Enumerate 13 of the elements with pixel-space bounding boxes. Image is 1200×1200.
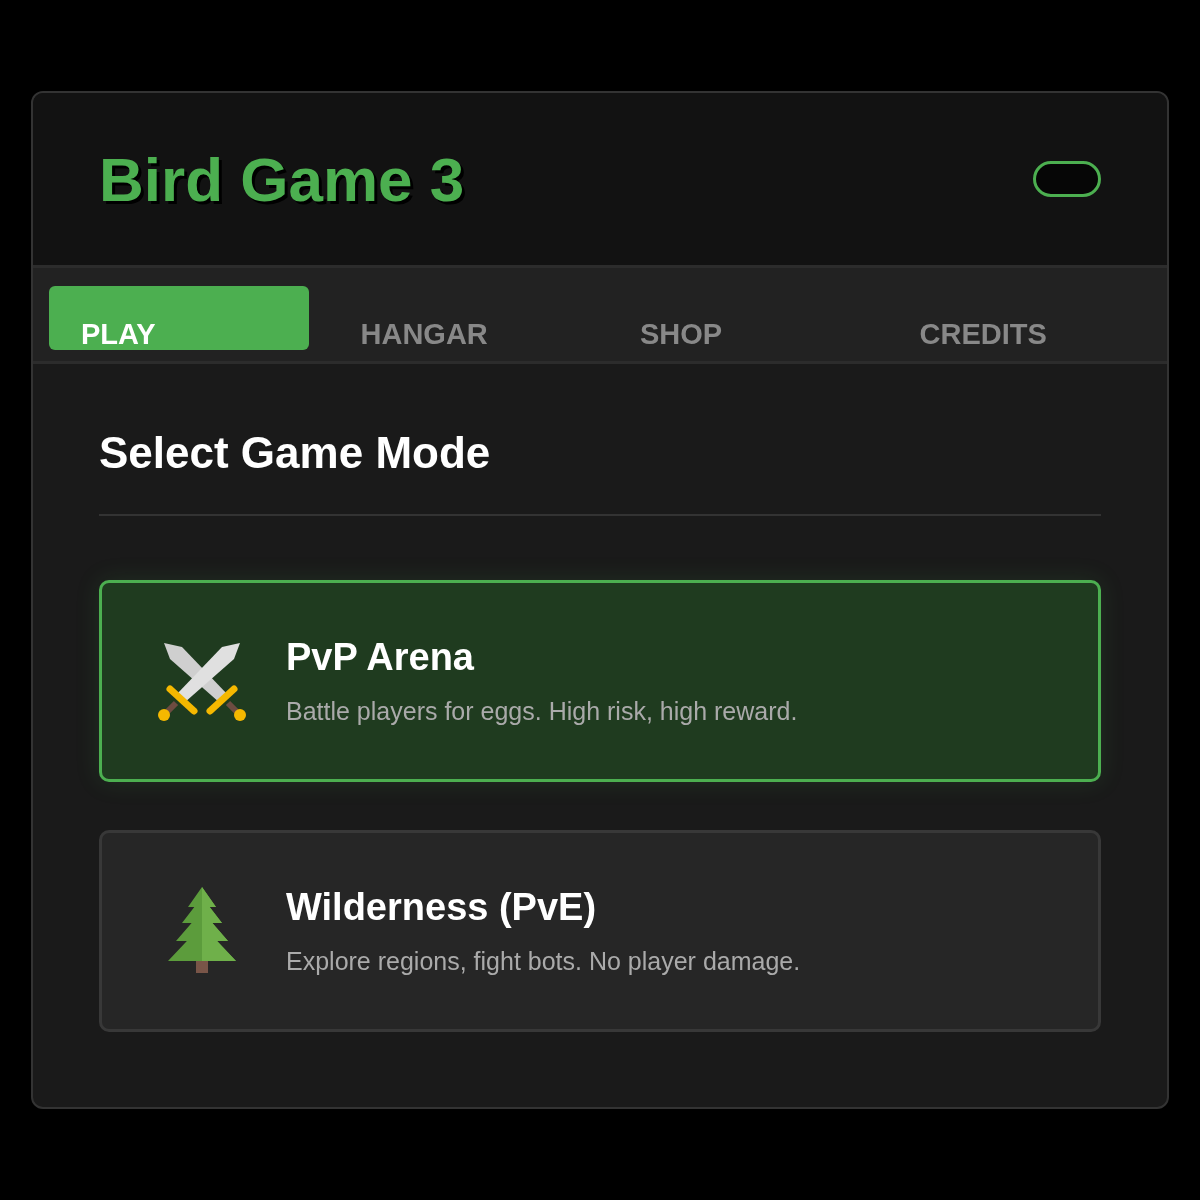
mode-description: Battle players for eggs. High risk, high reward. (286, 697, 798, 726)
pill-button[interactable] (1033, 161, 1101, 197)
mode-description: Explore regions, fight bots. No player damage. (286, 947, 801, 976)
tab[interactable]: SHOP (608, 286, 868, 350)
tab[interactable]: PLAY (49, 286, 309, 350)
mode-card[interactable]: Wilderness (PvE) Explore regions, fight bots. No player damage. (99, 830, 1101, 1032)
mode-card[interactable]: PvP Arena Battle players for eggs. High risk, high reward. (99, 580, 1101, 782)
section-title: Select Game Mode (99, 428, 1101, 516)
mode-title: PvP Arena (286, 636, 475, 679)
tab[interactable]: HANGAR (328, 286, 588, 350)
tab[interactable]: CREDITS (887, 286, 1147, 350)
game-title: Bird Game 3 (99, 143, 465, 215)
mode-title: Wilderness (PvE) (286, 886, 598, 929)
